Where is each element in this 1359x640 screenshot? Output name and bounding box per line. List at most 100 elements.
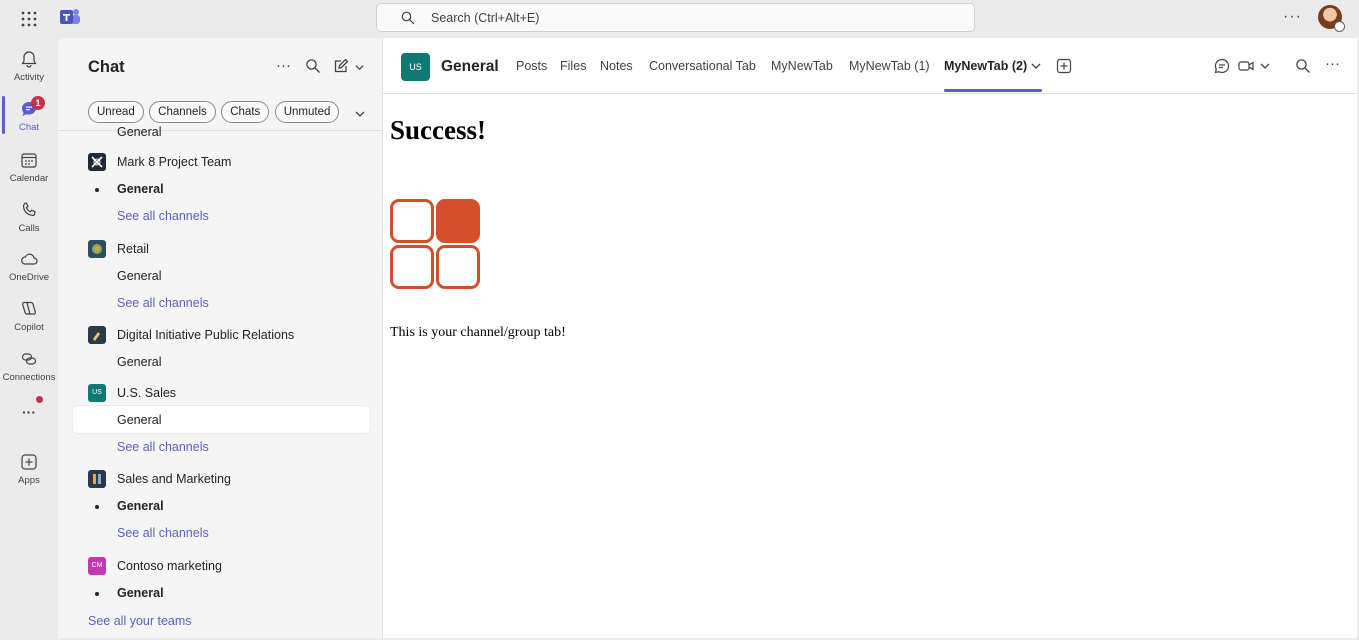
- title-bar: Search (Ctrl+Alt+E) ···: [0, 0, 1359, 38]
- rail-activity[interactable]: Activity: [0, 42, 58, 88]
- tab-content: Success! This is your channel/group tab!: [383, 95, 1357, 638]
- settings-more-button[interactable]: ···: [1283, 8, 1302, 26]
- see-all-label: See all channels: [117, 296, 209, 310]
- rail-chat[interactable]: 1 Chat: [0, 92, 58, 138]
- active-tab-indicator: [944, 89, 1042, 92]
- channel-view: US General Posts Files Notes Conversatio…: [383, 38, 1357, 638]
- rail-calls-label: Calls: [18, 223, 40, 234]
- search-icon: [401, 11, 415, 25]
- team-icon: [88, 470, 106, 488]
- header-more-button[interactable]: ···: [1325, 55, 1340, 72]
- channel-title: General: [441, 58, 499, 75]
- team-name: Digital Initiative Public Relations: [117, 328, 295, 342]
- tab-mynewtab-2[interactable]: MyNewTab (2): [944, 59, 1027, 73]
- channel-label: General: [117, 499, 164, 513]
- see-all-teams-label: See all your teams: [88, 614, 192, 628]
- user-avatar[interactable]: [1318, 5, 1345, 32]
- see-all-label: See all channels: [117, 209, 209, 223]
- panel-more-button[interactable]: ···: [276, 57, 291, 74]
- rail-apps[interactable]: Apps: [0, 445, 58, 491]
- video-call-icon[interactable]: [1237, 57, 1255, 75]
- unread-bullet: [95, 592, 99, 596]
- chevron-down-icon[interactable]: [1259, 60, 1271, 72]
- bell-icon: [21, 51, 37, 68]
- phone-icon: [22, 202, 36, 217]
- channel-item[interactable]: General: [58, 182, 382, 200]
- search-icon: [306, 59, 320, 73]
- panel-search-button[interactable]: [305, 58, 321, 78]
- channel-label: General: [117, 269, 162, 283]
- tab-notes[interactable]: Notes: [600, 59, 633, 73]
- team-item[interactable]: Sales and Marketing: [58, 470, 382, 490]
- search-placeholder: Search (Ctrl+Alt+E): [431, 11, 540, 25]
- presence-status-icon: [1334, 21, 1345, 32]
- logo-square: [436, 245, 480, 289]
- chat-panel: Chat ··· Unread Channels Chats Unmuted G…: [58, 38, 383, 638]
- rail-calls[interactable]: Calls: [0, 193, 58, 239]
- chevron-down-icon[interactable]: [1030, 60, 1042, 72]
- channel-item[interactable]: General: [58, 586, 382, 604]
- rail-activity-label: Activity: [13, 72, 45, 83]
- channel-header: US General Posts Files Notes Conversatio…: [383, 38, 1357, 94]
- tab-files[interactable]: Files: [560, 59, 586, 73]
- compose-icon: [334, 58, 349, 73]
- chevron-down-icon: [355, 65, 364, 71]
- channel-label: General: [117, 355, 162, 369]
- tab-mynewtab[interactable]: MyNewTab: [771, 59, 833, 73]
- filter-chats[interactable]: Chats: [221, 101, 270, 123]
- rail-copilot[interactable]: Copilot: [0, 292, 58, 338]
- team-icon: [88, 240, 106, 258]
- rail-apps-label: Apps: [18, 475, 40, 486]
- unread-bullet: [95, 505, 99, 509]
- conversation-icon[interactable]: [1213, 57, 1231, 75]
- tab-mynewtab-1[interactable]: MyNewTab (1): [849, 59, 930, 73]
- rail-onedrive-label: OneDrive: [8, 272, 50, 283]
- team-item[interactable]: Mark 8 Project Team: [58, 153, 382, 173]
- channel-label: General: [117, 413, 162, 427]
- tab-posts[interactable]: Posts: [516, 59, 547, 73]
- rail-calendar-label: Calendar: [9, 173, 49, 184]
- search-icon[interactable]: [1295, 58, 1311, 74]
- filter-unread[interactable]: Unread: [88, 101, 144, 123]
- filter-chips: Unread Channels Chats Unmuted: [88, 101, 340, 123]
- filter-channels[interactable]: Channels: [149, 101, 216, 123]
- teams-list: General Mark 8 Project Team General See …: [58, 125, 382, 638]
- search-box[interactable]: Search (Ctrl+Alt+E): [376, 3, 975, 32]
- copilot-icon: [22, 301, 36, 315]
- rail-chat-label: Chat: [18, 122, 40, 133]
- rail-copilot-label: Copilot: [14, 322, 44, 333]
- add-apps-icon: [21, 454, 37, 470]
- team-item[interactable]: CM Contoso marketing: [58, 557, 382, 577]
- new-chat-dropdown[interactable]: [354, 60, 365, 77]
- filter-unmuted[interactable]: Unmuted: [274, 101, 340, 123]
- rail-more-apps[interactable]: ···: [0, 396, 58, 442]
- team-name: Retail: [117, 242, 149, 256]
- app-launcher-icon[interactable]: [20, 10, 38, 28]
- channel-avatar: US: [401, 53, 430, 81]
- team-item[interactable]: Retail: [58, 240, 382, 260]
- team-icon: CM: [88, 557, 106, 575]
- team-icon: [88, 153, 106, 171]
- team-item[interactable]: US U.S. Sales: [58, 384, 382, 404]
- rail-connections-label: Connections: [2, 372, 56, 383]
- new-chat-button[interactable]: [333, 58, 349, 78]
- logo-square: [390, 245, 434, 289]
- team-item[interactable]: Digital Initiative Public Relations: [58, 326, 382, 346]
- filters-expand-icon[interactable]: [354, 108, 366, 120]
- tab-message: This is your channel/group tab!: [390, 325, 566, 340]
- cloud-icon: [21, 253, 38, 265]
- rail-onedrive[interactable]: OneDrive: [0, 242, 58, 288]
- team-name: Mark 8 Project Team: [117, 155, 232, 169]
- teams-logo-icon: [60, 9, 80, 24]
- channel-item[interactable]: General: [58, 499, 382, 517]
- rail-more-label: ···: [22, 404, 36, 420]
- success-heading: Success!: [390, 115, 486, 145]
- connections-icon: [21, 353, 37, 365]
- tab-conversational[interactable]: Conversational Tab: [649, 59, 756, 73]
- rail-calendar[interactable]: Calendar: [0, 143, 58, 189]
- unread-bullet: [95, 188, 99, 192]
- add-tab-icon[interactable]: [1056, 58, 1072, 74]
- see-all-label: See all channels: [117, 526, 209, 540]
- rail-connections[interactable]: Connections: [0, 342, 58, 388]
- chat-badge: 1: [31, 96, 45, 110]
